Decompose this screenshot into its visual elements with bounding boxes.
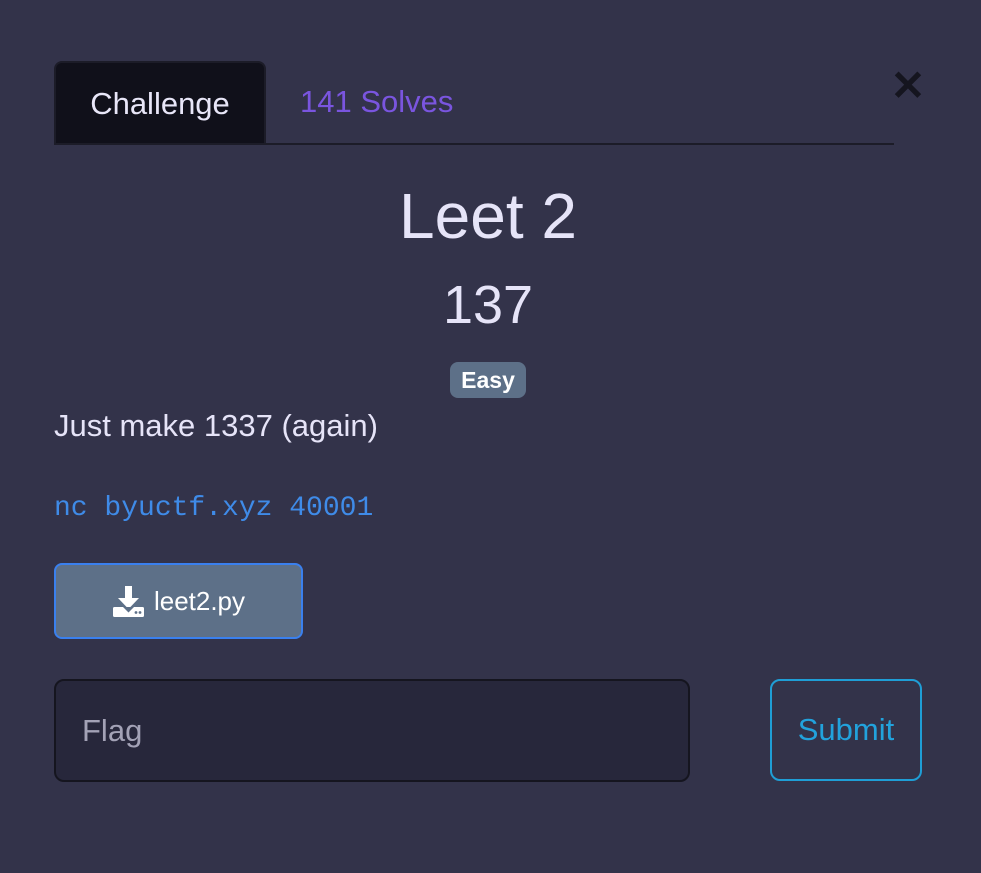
tab-challenge[interactable]: Challenge <box>54 61 266 143</box>
tab-solves[interactable]: 141 Solves <box>300 61 453 143</box>
challenge-tabs: Challenge 141 Solves <box>54 61 894 145</box>
challenge-description: Just make 1337 (again) <box>54 408 378 443</box>
difficulty-badge: Easy <box>450 362 526 398</box>
submit-button[interactable]: Submit <box>770 679 922 781</box>
file-name: leet2.py <box>153 585 246 616</box>
close-icon[interactable]: ✕ <box>890 64 926 108</box>
challenge-points: 137 <box>442 275 534 335</box>
flag-input[interactable] <box>54 679 690 782</box>
download-file-button[interactable]: leet2.py <box>54 563 303 639</box>
download-icon <box>112 586 144 617</box>
challenge-title: Leet 2 <box>399 180 577 252</box>
challenge-modal: Challenge 141 Solves ✕ Leet 2 137 Easy J… <box>0 0 981 873</box>
connection-command: nc byuctf.xyz 40001 <box>54 493 374 524</box>
